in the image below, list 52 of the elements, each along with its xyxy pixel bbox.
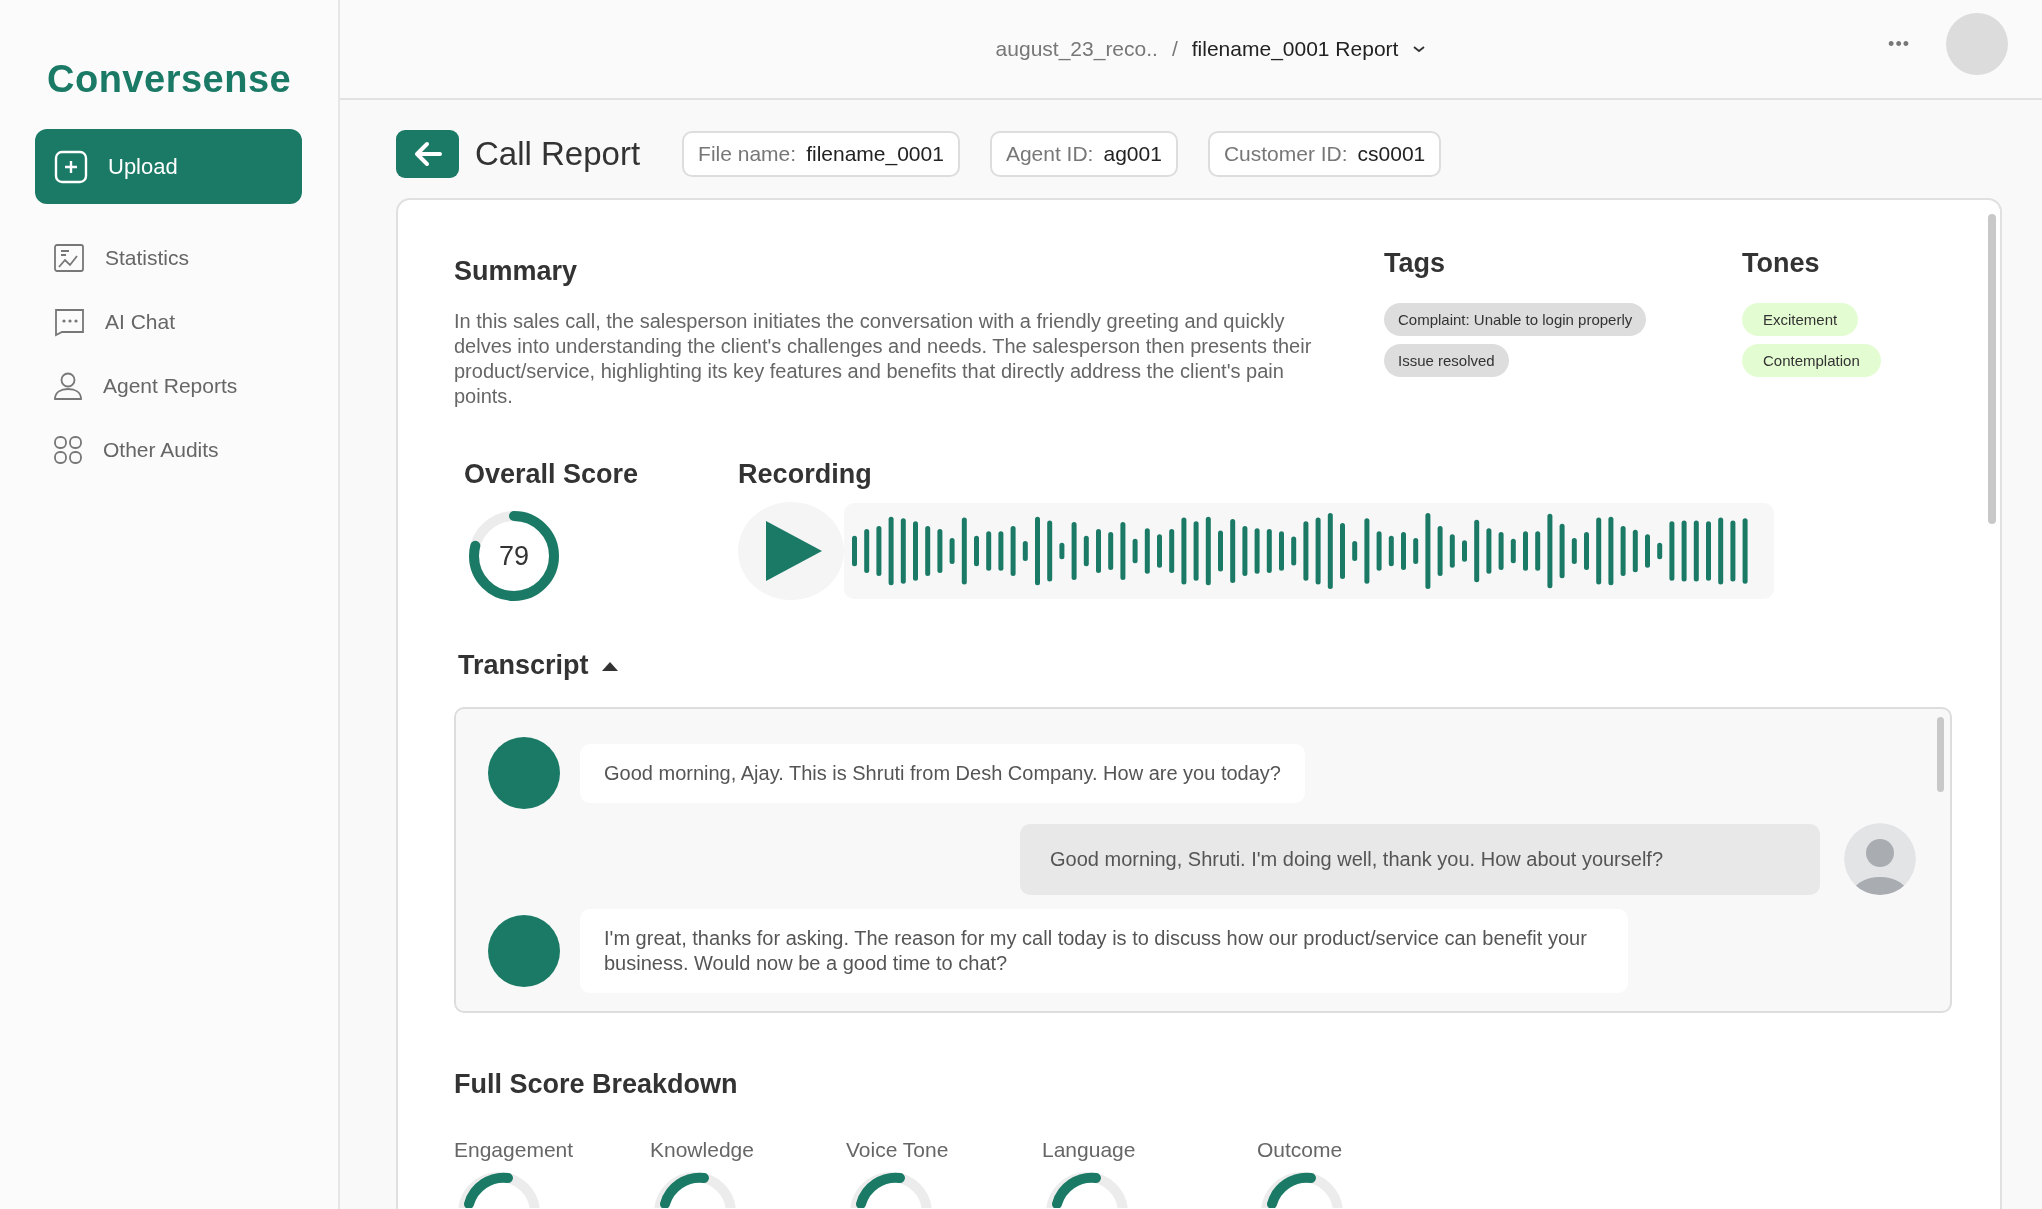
section-title: Full Score Breakdown bbox=[454, 1069, 739, 1100]
user-avatar-icon bbox=[1844, 823, 1916, 895]
transcript-toggle[interactable]: Transcript bbox=[458, 650, 619, 681]
chart-icon bbox=[53, 243, 85, 273]
score-label: Outcome bbox=[1257, 1138, 1343, 1162]
tone-tag: Excitement bbox=[1742, 303, 1859, 336]
scrollbar[interactable] bbox=[1937, 717, 1944, 792]
chip-value: cs0001 bbox=[1357, 142, 1426, 166]
app-logo: Conversense bbox=[47, 58, 292, 101]
chip-label: File name: bbox=[698, 142, 797, 166]
person-icon bbox=[53, 371, 83, 401]
section-title: Recording bbox=[738, 459, 873, 490]
chip-value: filename_0001 bbox=[806, 142, 944, 166]
chevron-down-icon[interactable] bbox=[1412, 44, 1427, 54]
score-label: Knowledge bbox=[650, 1138, 754, 1162]
scrollbar[interactable] bbox=[1988, 214, 1996, 524]
section-title: Summary bbox=[454, 256, 579, 287]
tag: Issue resolved bbox=[1384, 344, 1509, 377]
chat-icon bbox=[53, 307, 85, 337]
score-label: Engagement bbox=[454, 1138, 574, 1162]
grid-icon bbox=[53, 435, 83, 465]
chip-label: Agent ID: bbox=[1005, 142, 1094, 166]
page-title: Call Report bbox=[475, 135, 641, 173]
sidebar-item[interactable]: Other Audits bbox=[35, 418, 229, 482]
arrow-left-icon bbox=[412, 141, 443, 167]
sidebar-item[interactable]: AI Chat bbox=[35, 290, 186, 354]
sidebar-item[interactable]: Agent Reports bbox=[35, 354, 248, 418]
more-button[interactable]: ••• bbox=[1882, 32, 1916, 56]
score-label: Voice Tone bbox=[846, 1138, 949, 1162]
summary-text: In this sales call, the salesperson initiates the conversation with a friendly greeting and quickly delves into understanding the client's challenges and needs. The salesperson then presents their product/service, highlighting its key features and benefits that directly address the client's pain points. bbox=[454, 309, 1313, 409]
chip-value: ag001 bbox=[1103, 142, 1162, 166]
message-bubble: Good morning, Ajay. This is Shruti from Desh Company. How are you today? bbox=[580, 743, 1305, 803]
tag: Complaint: Unable to login properly bbox=[1384, 303, 1647, 336]
score-label: Language bbox=[1042, 1138, 1136, 1162]
score-value: 79 bbox=[499, 540, 529, 572]
plus-icon bbox=[54, 149, 88, 184]
section-title: Tones bbox=[1742, 248, 1820, 279]
breadcrumb-separator: / bbox=[1171, 37, 1178, 61]
waveform[interactable] bbox=[844, 503, 1775, 599]
play-icon bbox=[766, 521, 823, 581]
sidebar-item[interactable]: Statistics bbox=[35, 226, 200, 290]
chip-label: Customer ID: bbox=[1223, 142, 1348, 166]
caret-up-icon bbox=[600, 660, 619, 671]
section-title: Overall Score bbox=[464, 459, 639, 490]
breadcrumb-item[interactable]: august_23_reco.. bbox=[995, 37, 1158, 61]
section-title: Tags bbox=[1384, 248, 1445, 279]
upload-button[interactable]: Upload bbox=[35, 129, 302, 204]
message-bubble: I'm great, thanks for asking. The reason for my call today is to discuss how our product/service can benefit your business. Would now be a good time to chat? bbox=[580, 909, 1628, 993]
tone-tag: Contemplation bbox=[1742, 344, 1881, 377]
back-button[interactable] bbox=[396, 130, 459, 178]
message-bubble: Good morning, Shruti. I'm doing well, thank you. How about yourself? bbox=[1020, 823, 1820, 895]
breadcrumb-item[interactable]: filename_0001 Report bbox=[1191, 37, 1399, 61]
